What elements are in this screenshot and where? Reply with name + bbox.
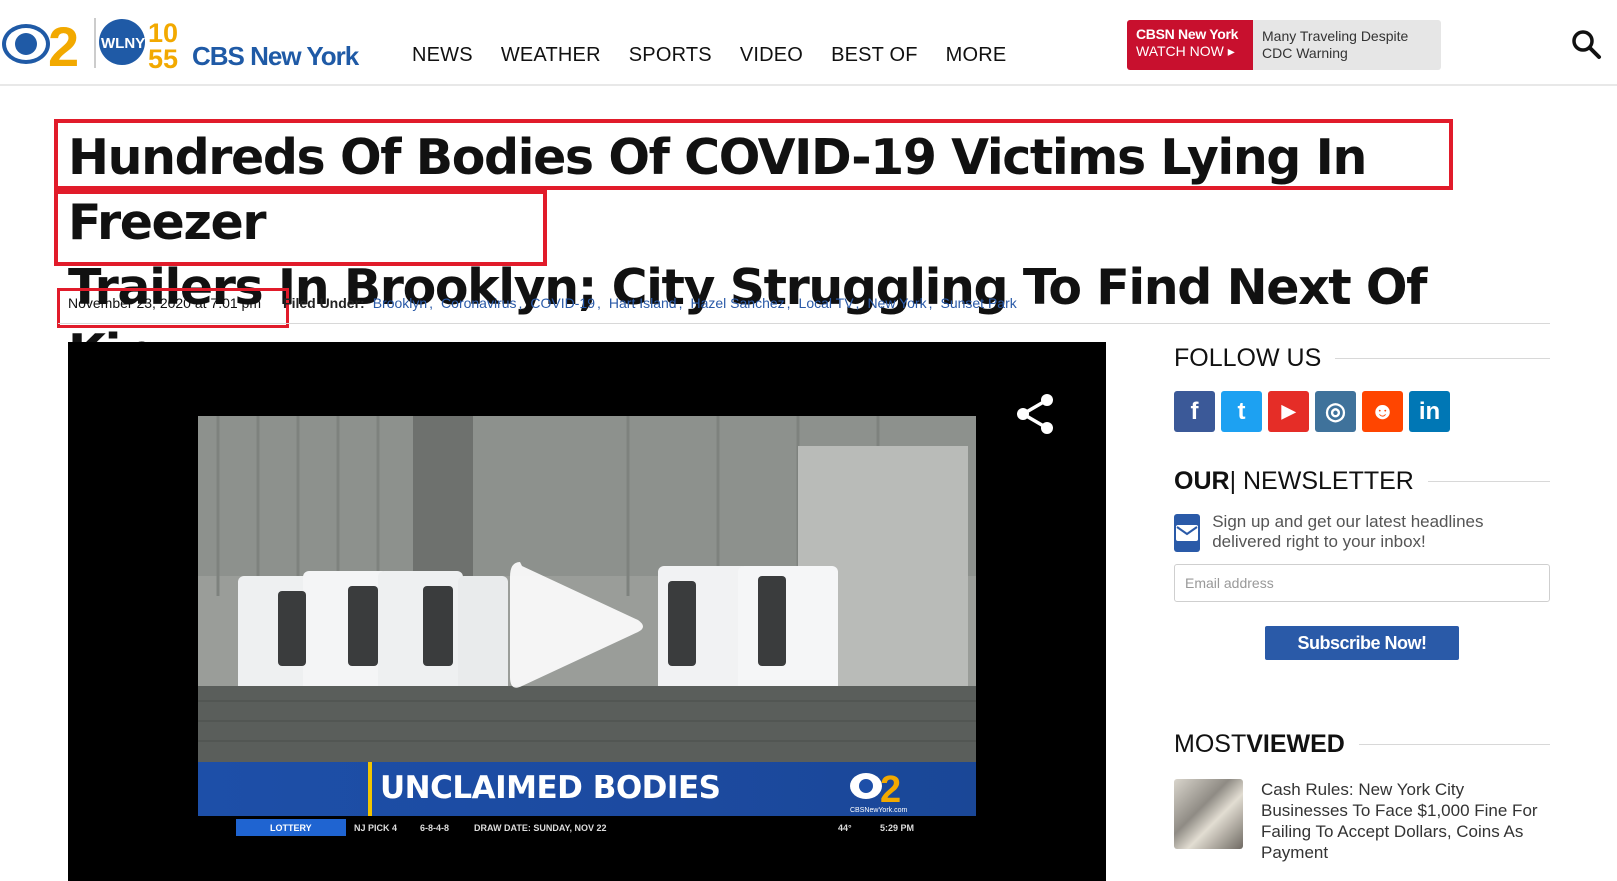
nav-weather[interactable]: WEATHER (501, 44, 601, 67)
publish-date: November 23, 2020 at 7:01 pm (68, 295, 262, 311)
subscribe-button[interactable]: Subscribe Now! (1265, 626, 1459, 660)
nav-news[interactable]: NEWS (412, 44, 473, 67)
newsletter-section: OUR | NEWSLETTER Sign up and get our lat… (1174, 467, 1550, 660)
filed-under-label: Filed Under: (283, 295, 365, 311)
follow-us-section: FOLLOW US f t ▶ ◎ ☻ in (1174, 344, 1550, 432)
nav-video[interactable]: VIDEO (740, 44, 803, 67)
most-viewed-heading: MOST VIEWED (1174, 730, 1550, 759)
newsletter-description: Sign up and get our latest headlines del… (1212, 512, 1484, 551)
promo-story[interactable]: Many Traveling Despite CDC Warning (1253, 20, 1441, 70)
most-viewed-thumbnail[interactable] (1174, 779, 1243, 849)
video-player[interactable]: UNCLAIMED BODIES 2 CBSNewYork.com LOTTER… (68, 342, 1106, 881)
article-meta: November 23, 2020 at 7:01 pm Filed Under… (68, 295, 1017, 311)
highlight-box-line1 (54, 119, 1453, 190)
svg-text:2: 2 (880, 769, 901, 811)
ticker-lottery: LOTTERY (270, 823, 312, 833)
lower-third-banner: UNCLAIMED BODIES 2 CBSNewYork.com (198, 762, 976, 816)
tag-link[interactable]: Hazel Sanchez (690, 295, 784, 311)
meta-divider (58, 323, 1550, 324)
follow-us-heading: FOLLOW US (1174, 344, 1550, 373)
search-icon[interactable] (1570, 28, 1602, 60)
email-field[interactable] (1174, 564, 1550, 602)
ticker-time: 5:29 PM (880, 823, 915, 833)
channel-bottom: 55 (148, 44, 178, 72)
main-nav: NEWS WEATHER SPORTS VIDEO BEST OF MORE (412, 44, 1034, 67)
promo-channel: CBSN New York (1136, 26, 1239, 42)
reddit-icon[interactable]: ☻ (1362, 391, 1403, 432)
ticker-temp: 44° (838, 823, 852, 833)
nav-sports[interactable]: SPORTS (629, 44, 712, 67)
cbs2-number: 2 (48, 15, 79, 72)
nav-best-of[interactable]: BEST OF (831, 44, 918, 67)
facebook-icon[interactable]: f (1174, 391, 1215, 432)
most-viewed-title[interactable]: Cash Rules: New York City Businesses To … (1261, 779, 1550, 863)
play-icon[interactable] (500, 552, 650, 702)
most-viewed-section: MOST VIEWED Cash Rules: New York City Bu… (1174, 730, 1550, 863)
envelope-icon (1174, 514, 1201, 552)
newsletter-heading: OUR | NEWSLETTER (1174, 467, 1550, 496)
instagram-icon[interactable]: ◎ (1315, 391, 1356, 432)
tag-link[interactable]: Sunset Park (940, 295, 1016, 311)
cbsn-watch-promo[interactable]: CBSN New York WATCH NOW ▸ Many Traveling… (1127, 20, 1441, 70)
youtube-icon[interactable]: ▶ (1268, 391, 1309, 432)
tag-link[interactable]: New York (867, 295, 926, 311)
wlny-label: WLNY (101, 35, 145, 52)
promo-cta: WATCH NOW ▸ (1136, 43, 1235, 59)
ticker-game: NJ PICK 4 (354, 823, 398, 833)
highlight-box-line2 (54, 190, 547, 266)
share-icon[interactable] (1013, 392, 1057, 436)
social-links: f t ▶ ◎ ☻ in (1174, 391, 1550, 432)
ticker-numbers: 6-8-4-8 (420, 823, 450, 833)
lower-third-text: UNCLAIMED BODIES (380, 770, 721, 806)
twitter-icon[interactable]: t (1221, 391, 1262, 432)
station-site: CBSNewYork.com (850, 807, 907, 814)
promo-watch-now[interactable]: CBSN New York WATCH NOW ▸ (1127, 20, 1253, 70)
brand-name: CBS New York (192, 41, 360, 71)
news-ticker: LOTTERY NJ PICK 4 6-8-4-8 DRAW DATE: SUN… (198, 816, 976, 840)
tag-link[interactable]: Local TV (799, 295, 854, 311)
tag-link[interactable]: Brooklyn (373, 295, 427, 311)
most-viewed-item[interactable]: Cash Rules: New York City Businesses To … (1174, 779, 1550, 863)
tag-link[interactable]: COVID-19 (530, 295, 595, 311)
tag-link[interactable]: Coronavirus (441, 295, 516, 311)
site-header: 2 WLNY 10 55 CBS New York NEWS WEATHER S… (0, 0, 1617, 86)
linkedin-icon[interactable]: in (1409, 391, 1450, 432)
nav-more[interactable]: MORE (946, 44, 1007, 67)
cbs2-bug-logo: 2 CBSNewYork.com (850, 769, 907, 814)
cbs2-wlny-logo[interactable]: 2 WLNY 10 55 CBS New York (0, 12, 380, 72)
ticker-draw-date: DRAW DATE: SUNDAY, NOV 22 (474, 823, 607, 833)
tag-link[interactable]: Hart Island (609, 295, 677, 311)
